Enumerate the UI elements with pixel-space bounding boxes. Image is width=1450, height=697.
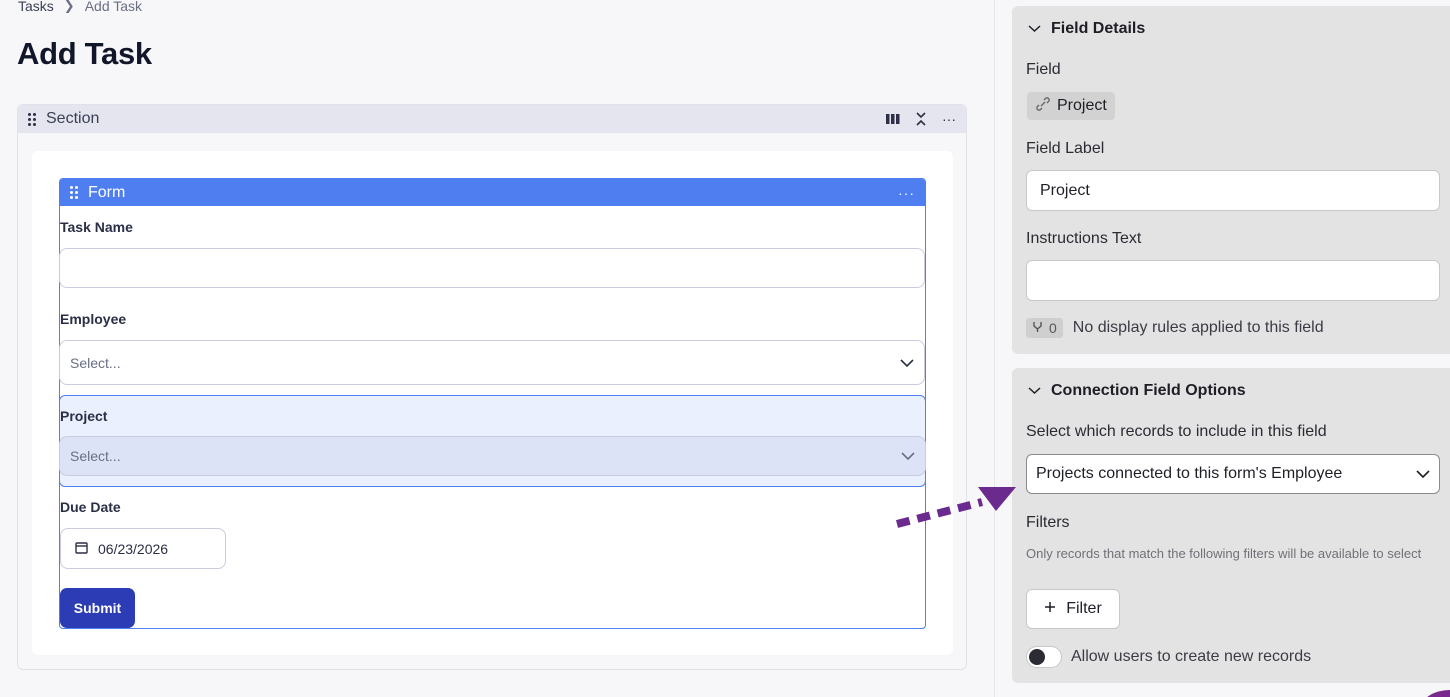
chevron-down-icon	[1028, 382, 1041, 400]
form-header[interactable]: Form ···	[60, 179, 925, 206]
more-options-icon[interactable]: ···	[942, 111, 956, 127]
display-rules-text: No display rules applied to this field	[1072, 319, 1324, 336]
instructions-text-title: Instructions Text	[1026, 230, 1142, 247]
field-details-title: Field Details	[1051, 20, 1146, 37]
project-select-placeholder: Select...	[70, 448, 121, 464]
chevron-down-icon	[1028, 20, 1041, 38]
chevron-down-icon	[1416, 465, 1430, 483]
instructions-text-input[interactable]	[1026, 260, 1440, 301]
field-chip-label: Project	[1057, 97, 1107, 114]
display-rules-row[interactable]: 0 No display rules applied to this field	[1026, 318, 1324, 338]
records-include-label: Select which records to include in this …	[1026, 423, 1327, 440]
add-filter-label: Filter	[1066, 600, 1102, 617]
allow-create-label: Allow users to create new records	[1071, 648, 1312, 665]
employee-label: Employee	[60, 311, 127, 327]
annotation-arrow-icon	[895, 487, 1016, 528]
task-name-label: Task Name	[60, 219, 133, 235]
field-chip: Project	[1027, 92, 1115, 120]
page-title: Add Task	[17, 36, 152, 71]
drag-handle-icon[interactable]	[70, 186, 78, 199]
chevron-down-icon	[901, 448, 915, 464]
filters-help-text: Only records that match the following fi…	[1026, 546, 1422, 561]
allow-create-toggle[interactable]	[1026, 646, 1062, 668]
plus-icon	[1044, 600, 1056, 618]
chevron-right-icon: ❯	[63, 0, 75, 13]
form-block[interactable]: Form ··· Task Name Employee Select... Pr…	[59, 178, 926, 629]
display-rules-badge: 0	[1026, 318, 1063, 338]
filters-title: Filters	[1026, 514, 1070, 531]
add-filter-button[interactable]: Filter	[1026, 589, 1120, 629]
submit-button[interactable]: Submit	[60, 588, 135, 628]
employee-select-placeholder: Select...	[70, 354, 121, 371]
due-date-value: 06/23/2026	[98, 540, 169, 557]
breadcrumb: Tasks ❯ Add Task	[18, 0, 142, 14]
section-title: Section	[46, 110, 100, 127]
employee-select[interactable]: Select...	[59, 340, 925, 385]
allow-create-row: Allow users to create new records	[1026, 646, 1311, 668]
field-label: Field	[1026, 61, 1061, 78]
section-body: Form ··· Task Name Employee Select... Pr…	[32, 151, 953, 655]
due-date-label: Due Date	[60, 499, 121, 515]
branch-icon	[1032, 320, 1043, 336]
section-header[interactable]: Section ···	[18, 105, 966, 133]
project-label: Project	[60, 408, 108, 424]
more-options-icon[interactable]: ···	[898, 185, 915, 201]
drag-handle-icon[interactable]	[28, 112, 36, 126]
breadcrumb-tasks-link[interactable]: Tasks	[18, 0, 54, 14]
chevron-down-icon	[900, 355, 914, 371]
breadcrumb-current: Add Task	[84, 0, 143, 14]
records-include-select[interactable]: Projects connected to this form's Employ…	[1026, 454, 1440, 494]
connection-options-header[interactable]: Connection Field Options	[1028, 382, 1246, 400]
field-details-panel: Field Details Field Project Field Label …	[1012, 6, 1450, 354]
columns-icon[interactable]	[886, 112, 900, 126]
records-include-value: Projects connected to this form's Employ…	[1036, 465, 1343, 482]
form-title: Form	[88, 183, 126, 201]
field-label-input[interactable]: Project	[1026, 170, 1440, 211]
due-date-input[interactable]: 06/23/2026	[60, 528, 226, 569]
display-rules-count: 0	[1049, 320, 1057, 336]
link-icon	[1035, 96, 1051, 117]
help-launcher[interactable]	[1420, 690, 1450, 697]
task-name-input[interactable]	[59, 248, 925, 288]
collapse-icon[interactable]	[914, 112, 928, 126]
field-details-header[interactable]: Field Details	[1028, 20, 1145, 38]
connection-options-title: Connection Field Options	[1051, 382, 1246, 399]
calendar-icon	[75, 541, 88, 557]
field-label-title: Field Label	[1026, 140, 1105, 157]
panel-divider	[994, 0, 995, 697]
section-container: Section ··· Form ··· Task Name Employee …	[17, 104, 967, 670]
project-field-selected[interactable]: Project Select...	[59, 395, 926, 487]
connection-field-options-panel: Connection Field Options Select which re…	[1012, 368, 1450, 683]
project-select[interactable]: Select...	[59, 436, 926, 476]
